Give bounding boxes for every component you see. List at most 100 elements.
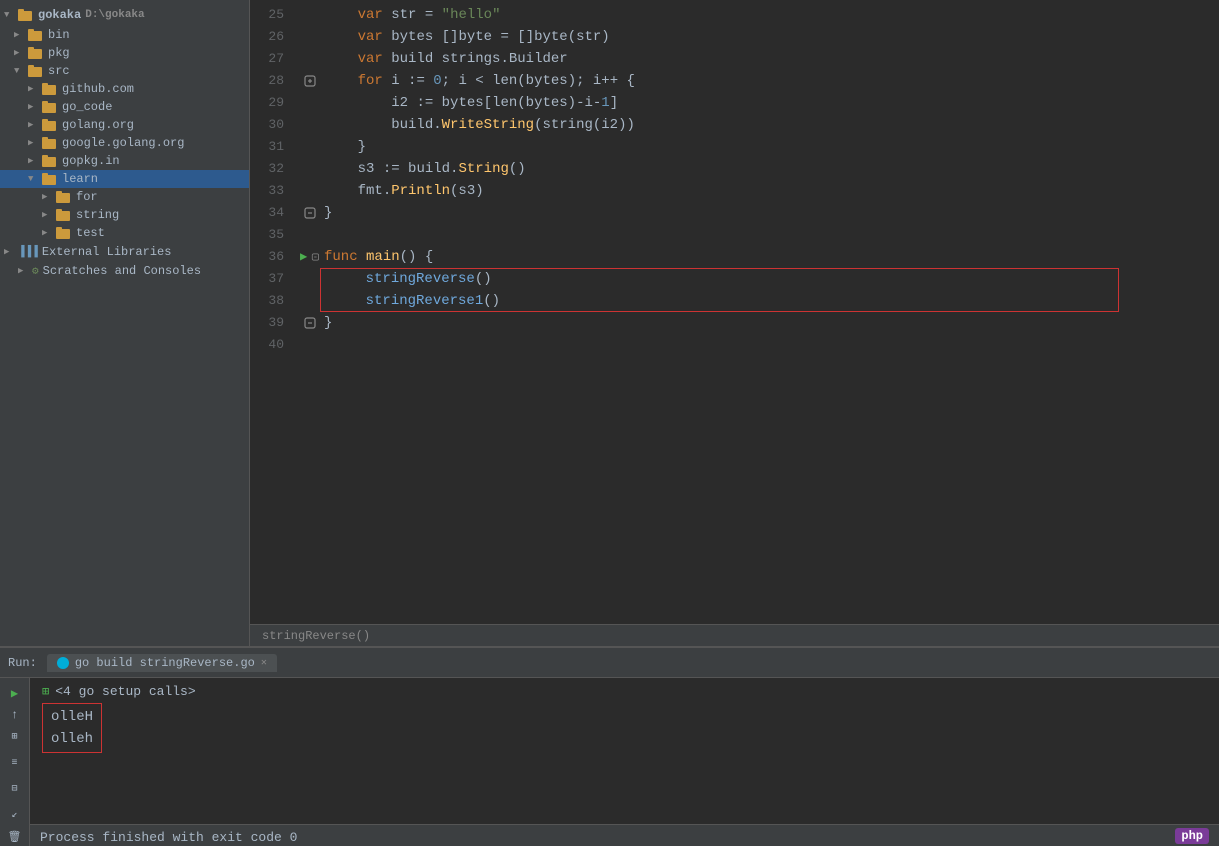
sidebar-item-src[interactable]: ▼ src [0, 62, 249, 80]
line-content-34: } [320, 202, 1219, 224]
highlight-block: 37 stringReverse() 38 stringReverse1() [250, 268, 1219, 312]
project-folder-icon [18, 9, 34, 21]
bottom-status-bar: Process finished with exit code 0 php [30, 824, 1219, 846]
code-line-28: 28 for i := 0; i < len(bytes); i++ { [250, 70, 1219, 92]
line-num-28: 28 [250, 70, 300, 92]
go-tab-icon [57, 657, 69, 669]
setup-expand-icon[interactable]: ⊞ [42, 684, 49, 699]
gutter-39 [300, 316, 320, 330]
line-num-37: 37 [250, 268, 300, 290]
googlegolang-folder-icon [42, 137, 58, 149]
gocode-label: go_code [62, 100, 112, 114]
line-content-26: var bytes []byte = []byte(str) [320, 26, 1219, 48]
string-arrow: ▶ [42, 210, 56, 220]
php-badge: php [1175, 828, 1209, 844]
sidebar-item-string[interactable]: ▶ string [0, 206, 249, 224]
run-tab-close[interactable]: ✕ [261, 657, 267, 669]
project-path: D:\gokaka [85, 9, 144, 21]
code-lines: 25 var str = "hello" 26 var bytes []byte… [250, 0, 1219, 360]
output-line-2: olleh [51, 728, 93, 750]
sidebar-item-test[interactable]: ▶ test [0, 224, 249, 242]
sidebar-item-scratches[interactable]: ▶ ⚙ Scratches and Consoles [0, 262, 249, 280]
run-wrap-button[interactable]: ↙ [6, 806, 24, 824]
code-line-30: 30 build.WriteString(string(i2)) [250, 114, 1219, 136]
status-text: stringReverse() [262, 629, 370, 643]
code-line-26: 26 var bytes []byte = []byte(str) [250, 26, 1219, 48]
golang-folder-icon [42, 119, 58, 131]
line-num-30: 30 [250, 114, 300, 136]
line-content-39: } [320, 312, 1219, 334]
line-num-26: 26 [250, 26, 300, 48]
code-line-36: 36 ▶ func main() { [250, 246, 1219, 268]
for-label: for [76, 190, 98, 204]
golang-label: golang.org [62, 118, 134, 132]
run-content: ▶ ↑ ⊞ ≡ ⊟ ↙ 🗑 ⊞ <4 go setup calls> olleH [0, 678, 1219, 846]
run-tab[interactable]: go build stringReverse.go ✕ [47, 654, 277, 672]
project-arrow: ▼ [4, 10, 18, 20]
run-label: Run: [8, 656, 37, 670]
run-up-button[interactable]: ↑ [6, 706, 24, 724]
gutter-34 [300, 206, 320, 220]
github-folder-icon [42, 83, 58, 95]
sidebar-item-golang[interactable]: ▶ golang.org [0, 116, 249, 134]
sidebar-item-github[interactable]: ▶ github.com [0, 80, 249, 98]
pkg-label: pkg [48, 46, 70, 60]
googlegolang-arrow: ▶ [28, 138, 42, 148]
line-content-30: build.WriteString(string(i2)) [320, 114, 1219, 136]
run-filter-button[interactable]: ⊟ [6, 780, 24, 798]
gutter-36[interactable]: ▶ [300, 246, 320, 268]
line-content-31: } [320, 136, 1219, 158]
pkg-arrow: ▶ [14, 48, 28, 58]
line-content-32: s3 := build.String() [320, 158, 1219, 180]
src-arrow: ▼ [14, 66, 28, 76]
sidebar-item-external-libs[interactable]: ▶ ▐▐▐ External Libraries [0, 242, 249, 262]
line-num-34: 34 [250, 202, 300, 224]
run-sidebar: ▶ ↑ ⊞ ≡ ⊟ ↙ 🗑 [0, 678, 30, 846]
sidebar-item-pkg[interactable]: ▶ pkg [0, 44, 249, 62]
output-box-wrapper: olleH olleh [42, 703, 102, 753]
main-layout: ▼ gokaka D:\gokaka ▶ bin ▶ pkg ▼ [0, 0, 1219, 646]
sidebar-item-for[interactable]: ▶ for [0, 188, 249, 206]
gopkg-label: gopkg.in [62, 154, 120, 168]
code-line-35: 35 [250, 224, 1219, 246]
line-content-28: for i := 0; i < len(bytes); i++ { [320, 70, 1219, 92]
string-folder-icon [56, 209, 72, 221]
line-num-38: 38 [250, 290, 300, 312]
sidebar-item-bin[interactable]: ▶ bin [0, 26, 249, 44]
line-content-25: var str = "hello" [320, 4, 1219, 26]
code-line-27: 27 var build strings.Builder [250, 48, 1219, 70]
line-content-37: stringReverse() [320, 268, 1219, 290]
bin-label: bin [48, 28, 70, 42]
golang-arrow: ▶ [28, 120, 42, 130]
run-trash-button[interactable]: 🗑 [6, 828, 24, 846]
extlibs-icon: ▐▐▐ [18, 246, 38, 258]
line-content-36: func main() { [320, 246, 1219, 268]
run-panel: Run: go build stringReverse.go ✕ ▶ ↑ ⊞ ≡… [0, 646, 1219, 846]
run-arrow-icon[interactable]: ▶ [300, 246, 307, 268]
editor-status-bar: stringReverse() [250, 624, 1219, 646]
sidebar-item-gopkg[interactable]: ▶ gopkg.in [0, 152, 249, 170]
line-content-33: fmt.Println(s3) [320, 180, 1219, 202]
test-label: test [76, 226, 105, 240]
external-libs-label: External Libraries [42, 245, 172, 259]
run-play-button[interactable]: ▶ [6, 684, 24, 702]
scratches-label: Scratches and Consoles [43, 264, 201, 278]
sidebar-item-google-golang[interactable]: ▶ google.golang.org [0, 134, 249, 152]
gocode-folder-icon [42, 101, 58, 113]
output-text-1: olleH [51, 709, 93, 725]
run-output: ⊞ <4 go setup calls> olleH olleh [30, 678, 1219, 824]
run-lines-button[interactable]: ≡ [6, 754, 24, 772]
extlibs-arrow: ▶ [4, 247, 18, 257]
sidebar-item-learn[interactable]: ▼ learn [0, 170, 249, 188]
project-root[interactable]: ▼ gokaka D:\gokaka [0, 4, 249, 26]
gutter-28 [300, 74, 320, 88]
run-expand-button[interactable]: ⊞ [6, 728, 24, 746]
code-line-29: 29 i2 := bytes[len(bytes)-i-1] [250, 92, 1219, 114]
test-folder-icon [56, 227, 72, 239]
code-container[interactable]: 25 var str = "hello" 26 var bytes []byte… [250, 0, 1219, 624]
line-num-40: 40 [250, 334, 300, 356]
sidebar-item-go-code[interactable]: ▶ go_code [0, 98, 249, 116]
gopkg-arrow: ▶ [28, 156, 42, 166]
setup-text: <4 go setup calls> [55, 684, 195, 699]
line-content-38: stringReverse1() [320, 290, 1219, 312]
